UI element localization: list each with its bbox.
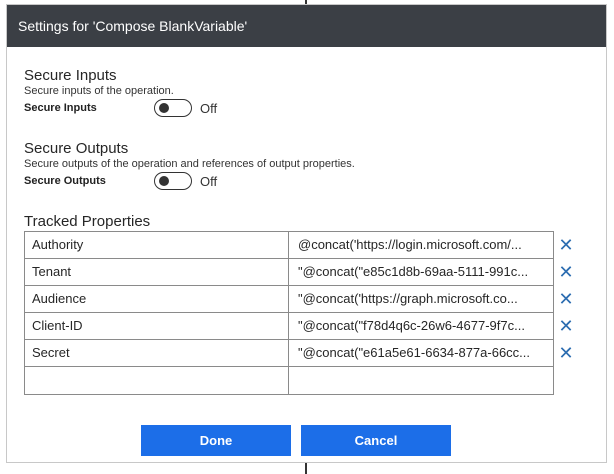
secure-inputs-description: Secure inputs of the operation. <box>24 85 174 97</box>
property-value-input[interactable]: @concat('https://login.microsoft.com/... <box>289 232 553 258</box>
new-property-key-input[interactable] <box>25 367 289 394</box>
property-value-input[interactable]: "@concat("e61a5e61-6634-877a-66cc... <box>289 340 553 366</box>
secure-outputs-title: Secure Outputs <box>24 140 129 157</box>
connector-line-bottom <box>305 463 307 474</box>
close-icon[interactable]: ✕ <box>556 312 576 339</box>
secure-inputs-state: Off <box>200 100 218 116</box>
close-icon[interactable]: ✕ <box>556 231 576 258</box>
property-value-input[interactable]: "@concat("f78d4q6c-26w6-4677-9f7c... <box>289 313 553 339</box>
close-icon[interactable]: ✕ <box>556 285 576 312</box>
property-value-input[interactable]: "@concat("e85c1d8b-69aa-5111-991c... <box>289 259 553 285</box>
table-row: Secret "@concat("e61a5e61-6634-877a-66cc… <box>25 340 553 367</box>
settings-dialog: Settings for 'Compose BlankVariable' Sec… <box>6 4 607 463</box>
property-key-input[interactable]: Client-ID <box>25 313 289 339</box>
table-row: Client-ID "@concat("f78d4q6c-26w6-4677-9… <box>25 313 553 340</box>
cancel-button[interactable]: Cancel <box>301 425 451 456</box>
tracked-properties-title: Tracked Properties <box>24 213 151 230</box>
table-row: Audience "@concat('https://graph.microso… <box>25 286 553 313</box>
close-icon[interactable]: ✕ <box>556 258 576 285</box>
secure-inputs-title: Secure Inputs <box>24 67 117 84</box>
new-property-value-input[interactable] <box>289 367 553 394</box>
toggle-knob <box>159 176 169 186</box>
property-key-input[interactable]: Secret <box>25 340 289 366</box>
toggle-knob <box>159 103 169 113</box>
property-key-input[interactable]: Tenant <box>25 259 289 285</box>
secure-outputs-toggle[interactable] <box>154 172 192 190</box>
property-key-input[interactable]: Authority <box>25 232 289 258</box>
remove-icons-column: ✕ ✕ ✕ ✕ ✕ <box>556 231 576 366</box>
dialog-title: Settings for 'Compose BlankVariable' <box>7 5 606 47</box>
done-button[interactable]: Done <box>141 425 291 456</box>
property-value-input[interactable]: "@concat('https://graph.microsoft.co... <box>289 286 553 312</box>
secure-inputs-label: Secure Inputs <box>24 102 97 114</box>
secure-outputs-section: Secure Outputs Secure outputs of the ope… <box>24 140 355 190</box>
property-key-input[interactable]: Audience <box>25 286 289 312</box>
table-row: Tenant "@concat("e85c1d8b-69aa-5111-991c… <box>25 259 553 286</box>
secure-outputs-description: Secure outputs of the operation and refe… <box>24 158 355 170</box>
secure-outputs-state: Off <box>200 173 218 189</box>
tracked-properties-table: Authority @concat('https://login.microso… <box>24 231 554 395</box>
table-row-empty <box>25 367 553 394</box>
close-icon[interactable]: ✕ <box>556 339 576 366</box>
secure-inputs-toggle[interactable] <box>154 99 192 117</box>
table-row: Authority @concat('https://login.microso… <box>25 232 553 259</box>
secure-outputs-label: Secure Outputs <box>24 175 106 187</box>
secure-inputs-section: Secure Inputs Secure inputs of the opera… <box>24 67 217 117</box>
